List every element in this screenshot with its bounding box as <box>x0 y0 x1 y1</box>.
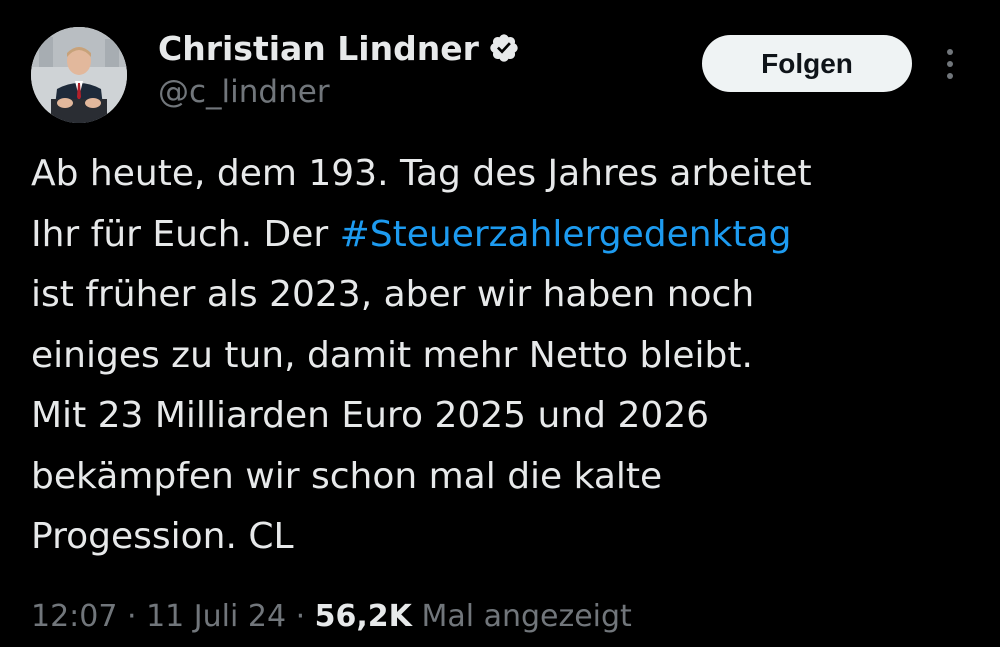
follow-button[interactable]: Folgen <box>702 35 912 92</box>
views-label: Mal angezeigt <box>411 599 632 634</box>
meta-separator: · <box>117 599 147 634</box>
more-vertical-icon[interactable] <box>938 44 962 84</box>
author-name-row: Christian Lindner <box>158 28 520 68</box>
hashtag-link[interactable]: #Steuerzahlergedenktag <box>340 214 792 255</box>
tweet-text: Ab heute, dem 193. Tag des Jahres arbeit… <box>31 144 971 568</box>
author-handle[interactable]: @c_lindner <box>158 74 330 110</box>
tweet-text-part2: ist früher als 2023, aber wir haben noch… <box>31 274 755 557</box>
author-display-name[interactable]: Christian Lindner <box>158 29 479 68</box>
views-count[interactable]: 56,2K <box>315 599 412 634</box>
verified-badge-icon <box>488 32 520 64</box>
avatar[interactable] <box>31 27 127 123</box>
tweet-meta: 12:07 · 11 Juli 24 · 56,2K Mal angezeigt <box>31 595 632 639</box>
avatar-image <box>31 27 127 123</box>
tweet-date[interactable]: 11 Juli 24 <box>146 599 286 634</box>
meta-separator: · <box>286 599 315 634</box>
tweet-time[interactable]: 12:07 <box>31 599 117 634</box>
